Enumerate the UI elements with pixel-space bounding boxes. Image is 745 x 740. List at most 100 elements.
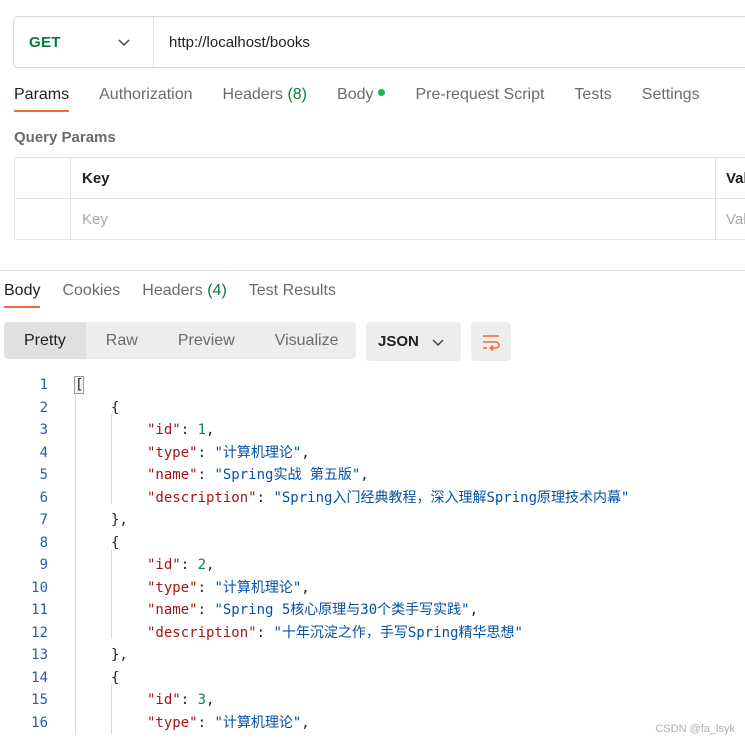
code-token: : xyxy=(197,602,215,618)
tab-response-headers-label: Headers xyxy=(142,282,203,299)
value-column-header: Value xyxy=(715,158,745,198)
line-number: 2 xyxy=(39,399,48,416)
code-token: [ xyxy=(73,376,85,394)
table-row: Key Value xyxy=(15,199,745,240)
code-text: }, xyxy=(111,509,128,532)
url-input[interactable]: http://localhost/books xyxy=(154,34,310,51)
line-number: 11 xyxy=(31,602,48,618)
code-text: "name": "Spring 5核心原理与30个类手写实践", xyxy=(147,599,478,622)
request-bar: GET http://localhost/books xyxy=(13,16,745,68)
tab-response-body[interactable]: Body xyxy=(4,282,41,308)
code-line: 7}, xyxy=(0,509,745,532)
code-line: 10 "type": "计算机理论", xyxy=(0,577,745,600)
tab-cookies[interactable]: Cookies xyxy=(62,282,120,308)
view-raw[interactable]: Raw xyxy=(86,322,158,359)
tab-response-headers[interactable]: Headers (4) xyxy=(142,282,227,308)
line-number: 12 xyxy=(31,624,48,641)
code-line: 1[ xyxy=(0,374,745,397)
code-line: 11 "name": "Spring 5核心原理与30个类手写实践", xyxy=(0,599,745,622)
code-text: "id": 1, xyxy=(147,419,214,442)
code-token: "name" xyxy=(147,467,198,483)
line-number: 10 xyxy=(31,579,48,596)
view-preview[interactable]: Preview xyxy=(158,322,255,359)
code-token: 2 xyxy=(197,557,207,573)
code-line: 12 "description": "十年沉淀之作，手写Spring精华思想" xyxy=(0,622,745,645)
code-text: "description": "十年沉淀之作，手写Spring精华思想" xyxy=(147,622,523,645)
code-token: : xyxy=(256,624,274,641)
watermark: CSDN @fa_lsyk xyxy=(655,723,735,735)
key-input[interactable]: Key xyxy=(82,211,108,228)
code-token: , xyxy=(206,692,215,708)
code-text: "description": "Spring入门经典教程，深入理解Spring原… xyxy=(147,487,629,510)
value-input[interactable]: Value xyxy=(715,199,745,240)
response-body-editor[interactable]: 1[2{3 "id": 1, 4 "type": "计算机理论", 5 "name": "… xyxy=(0,374,745,734)
method-selector[interactable]: GET xyxy=(14,17,154,67)
code-token: "name" xyxy=(147,602,198,618)
wrap-lines-icon xyxy=(483,334,500,351)
tab-test-results[interactable]: Test Results xyxy=(249,282,336,308)
line-number: 1 xyxy=(39,377,48,393)
code-line: 3 "id": 1, xyxy=(0,419,745,442)
line-number: 4 xyxy=(39,444,48,461)
key-column-header: Key xyxy=(82,170,110,187)
line-number: 8 xyxy=(39,534,48,551)
request-tabs: Params Authorization Headers (8) Body Pr… xyxy=(14,86,730,112)
code-token: "description" xyxy=(147,624,257,641)
code-token: , xyxy=(301,444,310,461)
line-number: 15 xyxy=(31,692,48,708)
code-token: { xyxy=(111,534,120,551)
code-token: , xyxy=(301,579,310,596)
format-label: JSON xyxy=(378,333,419,350)
table-header-row: Key Value xyxy=(15,158,745,199)
tab-settings[interactable]: Settings xyxy=(642,86,700,112)
code-token: "description" xyxy=(147,489,257,506)
chevron-down-icon xyxy=(118,39,130,47)
view-mode-selector: Pretty Raw Preview Visualize xyxy=(4,322,356,359)
tab-params[interactable]: Params xyxy=(14,86,70,112)
format-dropdown[interactable]: JSON xyxy=(366,322,461,361)
response-tabs: Body Cookies Headers (4) Test Results xyxy=(4,282,358,308)
line-number: 7 xyxy=(39,512,48,528)
view-pretty[interactable]: Pretty xyxy=(4,322,86,359)
tab-tests[interactable]: Tests xyxy=(574,86,611,112)
line-number: 5 xyxy=(39,467,48,483)
code-token: : xyxy=(256,489,274,506)
code-token: }, xyxy=(111,512,128,528)
line-number: 14 xyxy=(31,669,48,686)
code-token: "十年沉淀之作，手写Spring精华思想" xyxy=(273,624,523,641)
response-headers-count: (4) xyxy=(207,282,227,299)
code-text: "type": "计算机理论", xyxy=(147,577,310,600)
code-line: 2{ xyxy=(0,397,745,420)
code-text: "id": 3, xyxy=(147,689,214,712)
line-number: 13 xyxy=(31,647,48,663)
tab-body[interactable]: Body xyxy=(337,86,386,112)
headers-count: (8) xyxy=(287,86,308,103)
line-number: 9 xyxy=(39,557,48,573)
code-text: { xyxy=(111,667,119,690)
code-line: 4 "type": "计算机理论", xyxy=(0,442,745,465)
code-line: 9 "id": 2, xyxy=(0,554,745,577)
line-number: 6 xyxy=(39,489,48,506)
chevron-down-icon xyxy=(432,338,444,346)
tab-authorization[interactable]: Authorization xyxy=(99,86,192,112)
query-params-title: Query Params xyxy=(14,129,116,146)
code-token: : xyxy=(197,714,215,731)
tab-headers[interactable]: Headers (8) xyxy=(223,86,308,112)
wrap-lines-button[interactable] xyxy=(471,322,511,361)
view-visualize[interactable]: Visualize xyxy=(255,322,359,359)
body-indicator-dot xyxy=(378,89,386,97)
code-token: { xyxy=(111,399,120,416)
code-text: }, xyxy=(111,644,128,667)
tab-pre-request-script[interactable]: Pre-request Script xyxy=(415,86,544,112)
code-line: 16 "type": "计算机理论", xyxy=(0,712,745,735)
code-token: "type" xyxy=(147,444,198,461)
line-number: 16 xyxy=(31,714,48,731)
code-token: "Spring实战 第五版" xyxy=(214,467,361,483)
code-line: 5 "name": "Spring实战 第五版", xyxy=(0,464,745,487)
code-token: : xyxy=(197,467,215,483)
code-line: 15 "id": 3, xyxy=(0,689,745,712)
code-token: "type" xyxy=(147,714,198,731)
code-text: "id": 2, xyxy=(147,554,214,577)
row-checkbox-cell[interactable] xyxy=(15,199,71,240)
pane-divider[interactable] xyxy=(0,270,745,271)
